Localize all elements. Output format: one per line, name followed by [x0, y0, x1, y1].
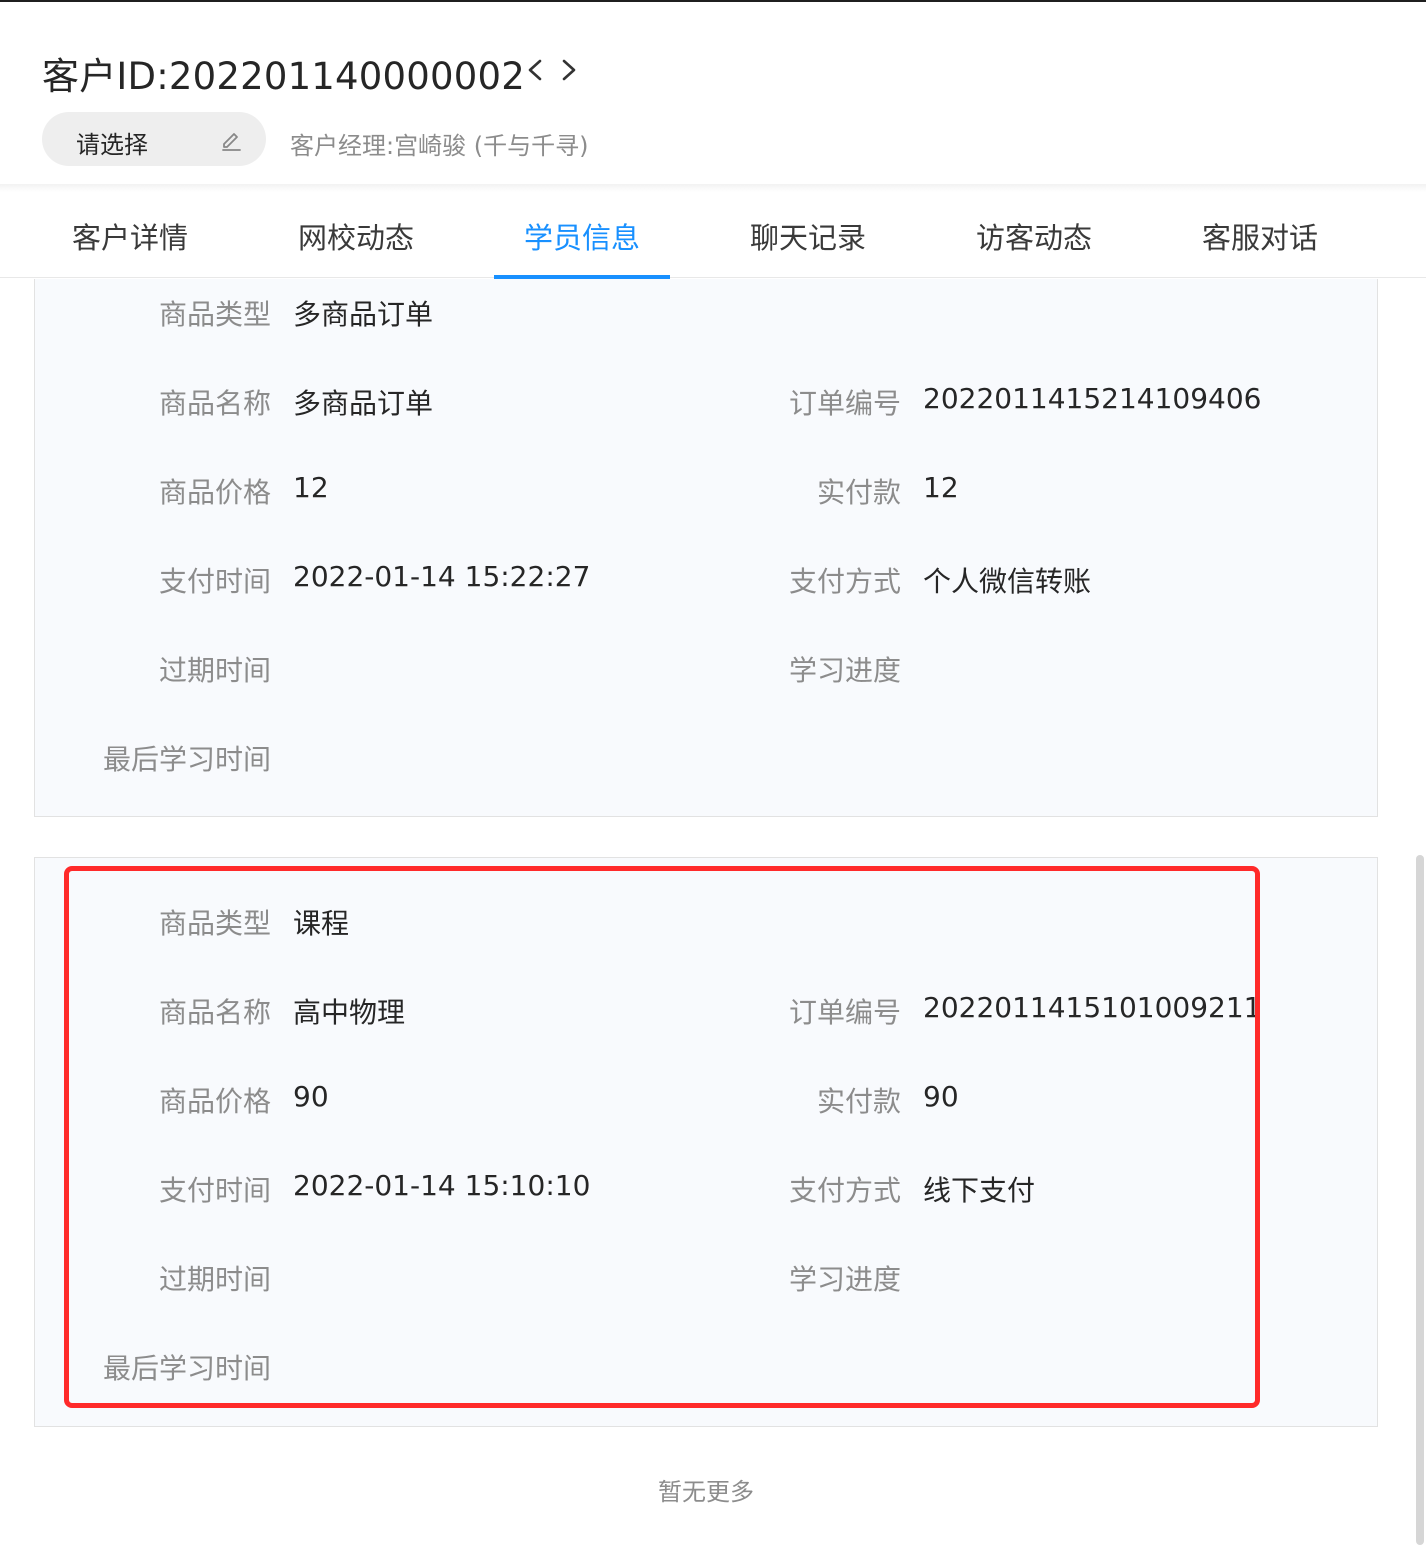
order-number-value: 2022011415214109406	[923, 382, 1262, 415]
status-select-label: 请选择	[76, 131, 148, 159]
price-value: 12	[293, 471, 329, 504]
pay-method-label: 支付方式	[788, 565, 901, 598]
product-name-value: 高中物理	[293, 996, 406, 1029]
price-label: 商品价格	[158, 1085, 271, 1118]
product-type-label: 商品类型	[158, 907, 271, 940]
no-more-text: 暂无更多	[658, 1478, 754, 1506]
last-study-time-label: 最后学习时间	[102, 743, 271, 776]
tab-customer-details[interactable]: 客户详情	[42, 192, 218, 278]
next-customer-button[interactable]	[554, 52, 584, 88]
pay-method-value: 个人微信转账	[923, 565, 1092, 598]
student-info-panel: 商品类型 多商品订单 商品名称 多商品订单 订单编号 2022011415214…	[0, 279, 1426, 1556]
price-label: 商品价格	[158, 476, 271, 509]
order-number-label: 订单编号	[788, 387, 901, 420]
paid-amount-label: 实付款	[816, 476, 901, 509]
account-manager-text: 客户经理:宫崎骏 (千与千寻)	[290, 132, 589, 160]
product-name-label: 商品名称	[158, 996, 271, 1029]
status-select[interactable]: 请选择	[42, 112, 266, 166]
pay-time-value: 2022-01-14 15:10:10	[293, 1169, 591, 1202]
pay-time-label: 支付时间	[158, 1174, 271, 1207]
pay-method-value: 线下支付	[923, 1174, 1036, 1207]
tab-bar: 客户详情 网校动态 学员信息 聊天记录 访客动态 客服对话	[0, 192, 1426, 279]
product-type-label: 商品类型	[158, 298, 271, 331]
expire-time-label: 过期时间	[158, 1263, 271, 1296]
order-card: 商品类型 多商品订单 商品名称 多商品订单 订单编号 2022011415214…	[34, 279, 1378, 817]
paid-amount-value: 90	[923, 1080, 959, 1113]
order-number-label: 订单编号	[788, 996, 901, 1029]
study-progress-label: 学习进度	[788, 654, 901, 687]
tab-visitor-activity[interactable]: 访客动态	[946, 192, 1122, 278]
tab-online-school-activity[interactable]: 网校动态	[268, 192, 444, 278]
paid-amount-value: 12	[923, 471, 959, 504]
order-card: 商品类型 课程 商品名称 高中物理 订单编号 20220114151010092…	[34, 857, 1378, 1427]
scrollbar-thumb[interactable]	[1416, 855, 1424, 1545]
last-study-time-label: 最后学习时间	[102, 1352, 271, 1385]
pay-method-label: 支付方式	[788, 1174, 901, 1207]
paid-amount-label: 实付款	[816, 1085, 901, 1118]
tab-service-dialog[interactable]: 客服对话	[1172, 192, 1348, 278]
tab-chat-history[interactable]: 聊天记录	[720, 192, 896, 278]
product-type-value: 课程	[293, 907, 350, 940]
pay-time-label: 支付时间	[158, 565, 271, 598]
header-divider	[0, 184, 1426, 192]
study-progress-label: 学习进度	[788, 1263, 901, 1296]
customer-id-title: 客户ID:202201140000002	[42, 55, 525, 98]
product-type-value: 多商品订单	[293, 298, 434, 331]
expire-time-label: 过期时间	[158, 654, 271, 687]
chevron-right-icon	[562, 59, 576, 81]
tab-student-info[interactable]: 学员信息	[494, 192, 670, 279]
order-number-value: 2022011415101009211	[923, 991, 1262, 1024]
pay-time-value: 2022-01-14 15:22:27	[293, 560, 591, 593]
edit-pencil-icon	[222, 133, 241, 151]
previous-customer-button[interactable]	[520, 52, 550, 88]
chevron-left-icon	[528, 59, 542, 81]
product-name-value: 多商品订单	[293, 387, 434, 420]
customer-header: 客户ID:202201140000002 请选择 客户经理:宫崎骏 (千与千寻)	[0, 2, 1426, 184]
product-name-label: 商品名称	[158, 387, 271, 420]
price-value: 90	[293, 1080, 329, 1113]
